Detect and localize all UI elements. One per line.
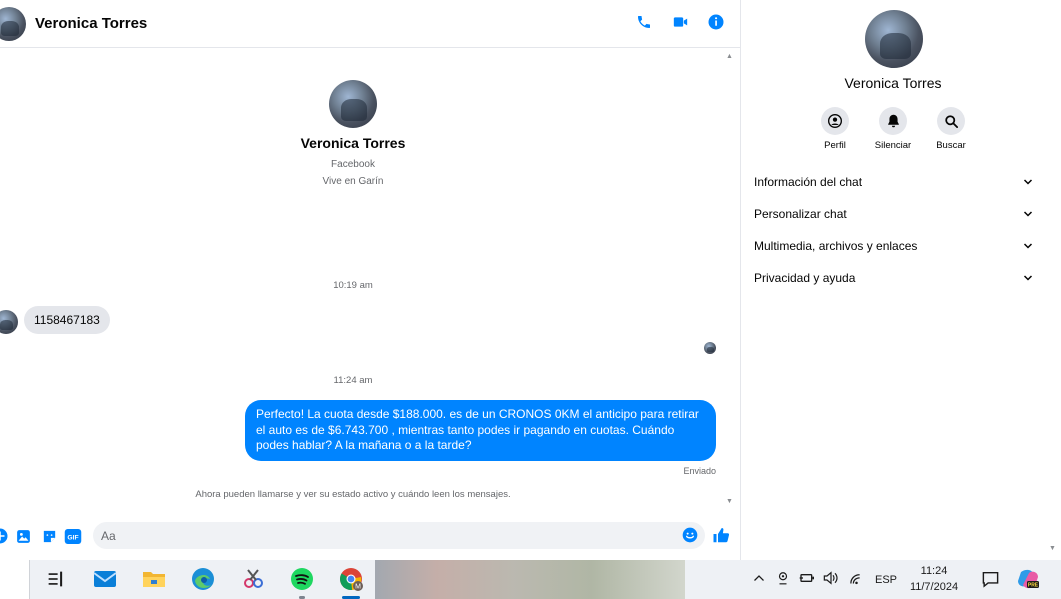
more-actions-icon[interactable] — [0, 527, 9, 545]
taskbar-clock[interactable]: 11:24 11/7/2024 — [903, 563, 965, 595]
panel-contact-name: Veronica Torres — [844, 75, 942, 91]
file-explorer-icon[interactable] — [141, 566, 167, 592]
chrome-browser-icon[interactable]: M — [338, 566, 364, 592]
contact-avatar[interactable] — [0, 7, 26, 41]
wifi-icon[interactable] — [849, 572, 867, 588]
chevron-down-icon — [1023, 243, 1033, 249]
section-label: Privacidad y ayuda — [754, 271, 856, 285]
scroll-up-arrow-icon[interactable]: ▲ — [726, 53, 733, 60]
section-privacy-help[interactable]: Privacidad y ayuda — [754, 268, 1034, 288]
sent-status: Enviado — [683, 466, 716, 476]
chevron-down-icon — [1023, 179, 1033, 185]
chevron-down-icon — [1023, 275, 1033, 281]
search-icon[interactable] — [937, 107, 965, 135]
mute-label: Silenciar — [874, 140, 912, 151]
intro-avatar[interactable] — [329, 80, 377, 128]
battery-plug-icon[interactable] — [799, 572, 817, 587]
volume-icon[interactable] — [823, 571, 841, 588]
conversation-info-panel: Veronica Torres Perfil Silenciar Buscar — [740, 0, 1044, 560]
clock-time: 11:24 — [920, 565, 948, 577]
thread-scrollbar[interactable]: ▲ ▼ — [722, 49, 740, 511]
info-icon[interactable] — [706, 12, 726, 32]
scroll-down-arrow-icon[interactable]: ▼ — [726, 498, 733, 505]
intro-name: Veronica Torres — [300, 135, 406, 151]
section-label: Información del chat — [754, 175, 863, 189]
scroll-down-arrow-icon[interactable]: ▼ — [1049, 545, 1056, 552]
video-camera-icon[interactable] — [670, 12, 690, 32]
language-indicator[interactable]: ESP — [875, 574, 897, 586]
panel-actions: Perfil Silenciar Buscar — [817, 107, 969, 151]
svg-text:M: M — [355, 584, 361, 591]
header-actions — [634, 12, 726, 32]
panel-avatar[interactable] — [865, 10, 923, 68]
webcam-icon[interactable] — [777, 571, 791, 588]
sticker-icon[interactable] — [40, 527, 58, 545]
edge-browser-icon[interactable] — [190, 566, 216, 592]
intro-location: Vive en Garín — [322, 176, 384, 187]
snipping-tool-icon[interactable] — [240, 566, 266, 592]
message-input[interactable] — [93, 522, 653, 549]
section-media-files-links[interactable]: Multimedia, archivos y enlaces — [754, 236, 1034, 256]
taskbar-left-area — [0, 560, 30, 599]
notification-icon[interactable] — [977, 566, 1003, 592]
svg-text:GIF: GIF — [67, 534, 78, 541]
read-receipt-avatar — [704, 342, 716, 354]
section-label: Multimedia, archivos y enlaces — [754, 239, 918, 253]
emoji-icon[interactable] — [682, 527, 698, 543]
search-label: Buscar — [936, 140, 966, 151]
clock-date: 11/7/2024 — [909, 581, 959, 593]
photo-icon[interactable] — [14, 527, 32, 545]
mute-button[interactable]: Silenciar — [875, 107, 911, 151]
wallpaper-strip — [375, 560, 685, 599]
profile-icon[interactable] — [821, 107, 849, 135]
privacy-notice: Ahora pueden llamarse y ver su estado ac… — [195, 489, 511, 500]
svg-text:PRE: PRE — [1028, 583, 1039, 589]
profile-label: Perfil — [824, 140, 846, 151]
gif-icon[interactable]: GIF — [64, 527, 82, 545]
mail-app-icon[interactable] — [92, 566, 118, 592]
message-input-box[interactable] — [93, 522, 705, 549]
task-view-icon[interactable] — [43, 566, 69, 592]
section-customize-chat[interactable]: Personalizar chat — [754, 204, 1034, 224]
message-thread: Veronica Torres Facebook Vive en Garín 1… — [0, 49, 722, 511]
copilot-icon[interactable]: PRE — [1015, 566, 1041, 592]
chevron-down-icon — [1023, 211, 1033, 217]
contact-name[interactable]: Veronica Torres — [35, 15, 147, 32]
message-composer: GIF — [0, 518, 740, 554]
phone-icon[interactable] — [634, 12, 654, 32]
section-chat-info[interactable]: Información del chat — [754, 172, 1034, 192]
profile-button[interactable]: Perfil — [817, 107, 853, 151]
sender-avatar[interactable] — [0, 310, 18, 334]
bell-icon[interactable] — [879, 107, 907, 135]
timestamp: 11:24 am — [333, 375, 373, 386]
search-button[interactable]: Buscar — [933, 107, 969, 151]
messenger-window: Veronica Torres Veronica Torres Facebook… — [0, 0, 1061, 599]
section-label: Personalizar chat — [754, 207, 847, 221]
timestamp: 10:19 am — [333, 280, 373, 291]
thumbs-up-icon[interactable] — [712, 526, 730, 544]
spotify-icon[interactable] — [289, 566, 315, 592]
system-tray: ESP — [753, 560, 897, 599]
incoming-message[interactable]: 1158467183 — [24, 306, 110, 334]
windows-taskbar: M ESP 11:24 11/7/2024 PRE — [0, 560, 1061, 599]
intro-network: Facebook — [331, 159, 375, 170]
outgoing-message[interactable]: Perfecto! La cuota desde $188.000. es de… — [245, 400, 716, 461]
chevron-up-icon[interactable] — [753, 573, 767, 586]
window-scrollbar[interactable]: ▼ — [1044, 0, 1061, 560]
chat-header: Veronica Torres — [0, 0, 740, 48]
